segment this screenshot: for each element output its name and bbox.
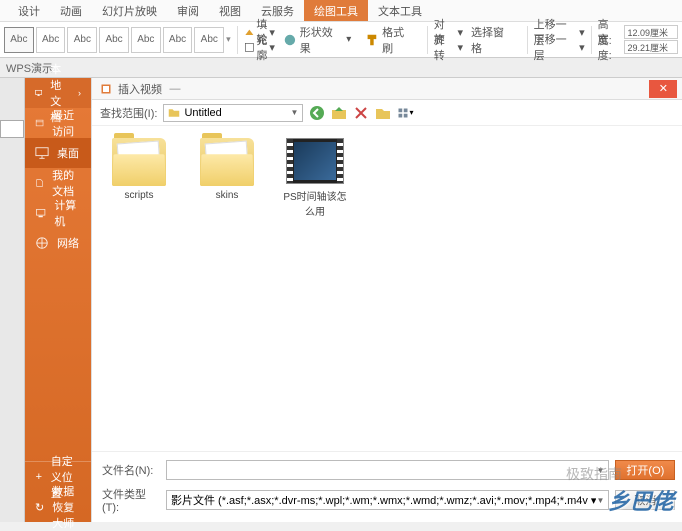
new-folder-button[interactable] bbox=[375, 105, 391, 121]
sidebar-item-network[interactable]: 网络 bbox=[25, 228, 91, 258]
file-label: PS时间轴该怎么用 bbox=[280, 188, 350, 218]
selection-pane-button[interactable]: 选择窗格 bbox=[465, 27, 521, 53]
folder-combo[interactable]: Untitled ▼ bbox=[163, 104, 303, 122]
desktop-icon bbox=[35, 146, 49, 160]
preset-more[interactable]: ▾ bbox=[226, 34, 231, 45]
close-button[interactable]: ✕ bbox=[649, 80, 677, 98]
sidebar-item-recent[interactable]: 最近访问 bbox=[25, 108, 91, 138]
app-icon bbox=[100, 83, 112, 95]
outline-button[interactable]: 轮廓▾ bbox=[244, 40, 275, 54]
file-item[interactable]: skins bbox=[192, 138, 262, 201]
menu-bar: 设计动画幻灯片放映审阅视图云服务绘图工具文本工具 bbox=[0, 0, 682, 22]
file-label: skins bbox=[216, 190, 239, 201]
minimize-button[interactable]: — bbox=[162, 80, 188, 98]
mydocs-icon bbox=[35, 176, 44, 190]
style-preset-7[interactable]: Abc bbox=[194, 27, 224, 53]
dialog-toolbar: 查找范围(I): Untitled ▼ ▾ bbox=[92, 100, 682, 126]
sidebar-item-desktop[interactable]: 桌面 bbox=[25, 138, 91, 168]
computer-icon bbox=[35, 206, 46, 220]
width-spinner[interactable]: 29.21厘米 bbox=[624, 40, 678, 54]
view-button[interactable]: ▾ bbox=[397, 105, 413, 121]
chevron-right-icon: › bbox=[78, 88, 81, 98]
sidebar-item-computer[interactable]: 计算机 bbox=[25, 198, 91, 228]
slide-thumbnail[interactable] bbox=[0, 120, 24, 138]
file-list[interactable]: scripts skins PS时间轴该怎么用 bbox=[92, 126, 682, 451]
send-backward-button[interactable]: 下移一层▾ bbox=[534, 40, 585, 54]
network-icon bbox=[35, 236, 49, 250]
video-icon bbox=[286, 138, 344, 184]
slide-thumbnail-pane bbox=[0, 78, 25, 522]
file-item[interactable]: PS时间轴该怎么用 bbox=[280, 138, 350, 218]
file-item[interactable]: scripts bbox=[104, 138, 174, 201]
doc-tab[interactable]: WPS演示 bbox=[6, 60, 53, 76]
menu-1[interactable]: 动画 bbox=[50, 0, 92, 21]
open-button[interactable]: 打开(O) bbox=[615, 460, 675, 480]
folder-icon bbox=[200, 138, 254, 186]
style-preset-6[interactable]: Abc bbox=[163, 27, 193, 53]
height-spinner[interactable]: 12.09厘米 bbox=[624, 25, 678, 39]
recent-icon bbox=[35, 116, 44, 130]
filetype-label: 文件类型(T): bbox=[102, 486, 160, 514]
back-button[interactable] bbox=[309, 105, 325, 121]
menu-6[interactable]: 绘图工具 bbox=[304, 0, 368, 21]
format-painter-button[interactable]: 格式刷 bbox=[359, 27, 421, 53]
menu-2[interactable]: 幻灯片放映 bbox=[92, 0, 167, 21]
menu-7[interactable]: 文本工具 bbox=[368, 0, 432, 21]
style-preset-2[interactable]: Abc bbox=[36, 27, 66, 53]
style-preset-5[interactable]: Abc bbox=[131, 27, 161, 53]
rotate-button[interactable]: 旋转▾ bbox=[434, 40, 463, 54]
dialog-titlebar: 插入视频 — ✕ bbox=[92, 78, 682, 100]
cancel-button[interactable]: 取消 bbox=[615, 490, 675, 510]
scope-label: 查找范围(I): bbox=[100, 105, 157, 121]
menu-0[interactable]: 设计 bbox=[8, 0, 50, 21]
filename-input[interactable]: ▼ bbox=[166, 460, 609, 480]
width-label: 宽度: bbox=[598, 31, 623, 63]
sidebar-footer-recover[interactable]: ↻数据恢复大师 bbox=[25, 492, 91, 522]
style-preset-1[interactable]: Abc bbox=[4, 27, 34, 53]
sidebar-header[interactable]: 本地文档 › bbox=[25, 78, 91, 108]
filename-label: 文件名(N): bbox=[102, 462, 160, 478]
file-label: scripts bbox=[125, 190, 154, 201]
sidebar-item-mydocs[interactable]: 我的文档 bbox=[25, 168, 91, 198]
up-button[interactable] bbox=[331, 105, 347, 121]
shape-effect-button[interactable]: 形状效果▾ bbox=[277, 27, 357, 53]
filetype-combo[interactable]: 影片文件 (*.asf;*.asx;*.dvr-ms;*.wpl;*.wm;*.… bbox=[166, 490, 609, 510]
insert-video-dialog: 插入视频 — ✕ 查找范围(I): Untitled ▼ ▾ scripts sk… bbox=[91, 78, 682, 522]
ribbon: Abc Abc Abc Abc Abc Abc Abc ▾ 填充▾ 轮廓▾ 形状… bbox=[0, 22, 682, 58]
menu-4[interactable]: 视图 bbox=[209, 0, 251, 21]
folder-icon bbox=[112, 138, 166, 186]
style-preset-4[interactable]: Abc bbox=[99, 27, 129, 53]
delete-button[interactable] bbox=[353, 105, 369, 121]
menu-3[interactable]: 审阅 bbox=[167, 0, 209, 21]
document-tabbar: WPS演示 bbox=[0, 58, 682, 78]
monitor-icon bbox=[35, 85, 42, 101]
dialog-title: 插入视频 bbox=[118, 81, 162, 97]
folder-icon bbox=[168, 107, 180, 119]
folder-combo-value: Untitled bbox=[184, 107, 221, 119]
style-preset-3[interactable]: Abc bbox=[67, 27, 97, 53]
location-sidebar: 本地文档 › 最近访问桌面我的文档计算机网络 +自定义位置↻数据恢复大师 bbox=[25, 78, 91, 522]
